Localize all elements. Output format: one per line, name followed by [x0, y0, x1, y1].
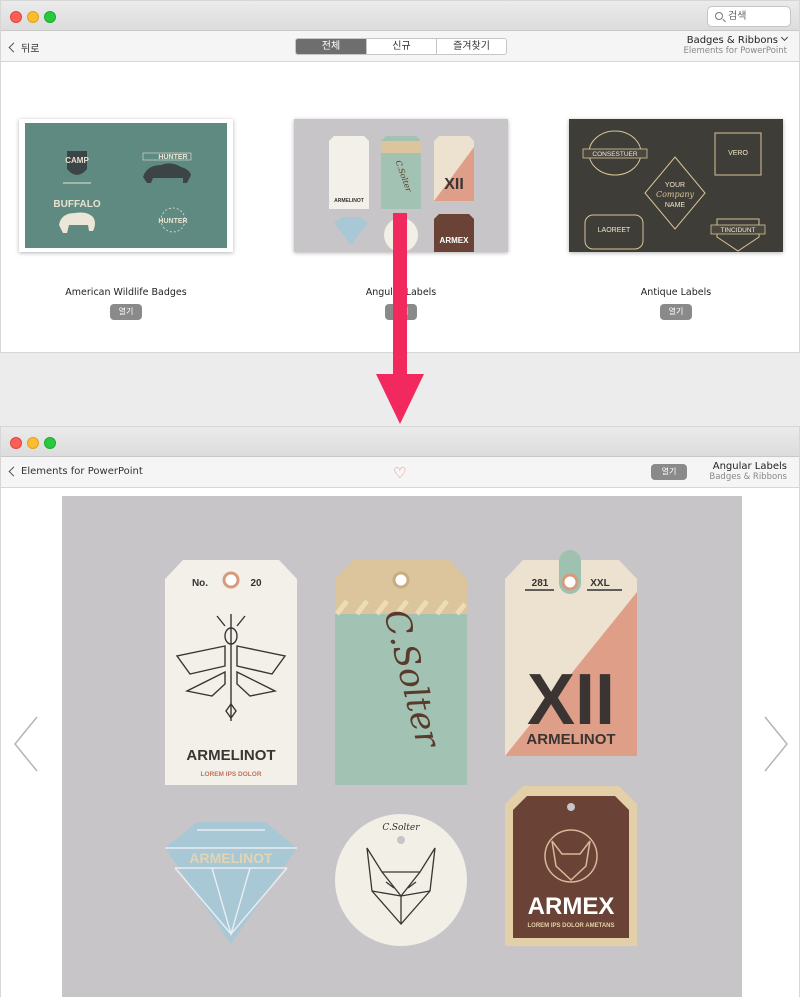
template-thumbnail[interactable]: CAMP HUNTER BUFFALO HUNTER	[19, 119, 233, 252]
label-fox-round-tag: C.Solter	[335, 814, 467, 946]
zoom-window-button[interactable]	[44, 11, 56, 23]
minimize-window-button[interactable]	[27, 11, 39, 23]
toolbar: Elements for PowerPoint ♡ 열기 Angular Lab…	[1, 457, 799, 488]
open-button[interactable]: 열기	[660, 304, 692, 320]
collection-subtitle: Elements for PowerPoint	[683, 46, 787, 56]
tab-all[interactable]: 전체	[296, 39, 366, 54]
tag1-subtitle-text: LOREM IPS DOLOR	[200, 771, 261, 778]
tag3-size-text: XXL	[590, 578, 609, 589]
open-button[interactable]: 열기	[651, 464, 687, 480]
title-bar: 검색	[1, 1, 799, 31]
tag3-title-text: ARMELINOT	[526, 731, 615, 748]
search-icon	[715, 12, 723, 20]
minimize-window-button[interactable]	[27, 437, 39, 449]
collection-title: Badges & Ribbons	[686, 35, 778, 46]
label-xii-tag: 281 XXL XII ARMELINOT	[505, 550, 637, 756]
wildlife-badges-preview: CAMP HUNTER BUFFALO HUNTER	[25, 123, 227, 248]
template-card: CAMP HUNTER BUFFALO HUNTER American Wild…	[19, 119, 233, 320]
consestuer-text: CONSESTUER	[592, 151, 637, 158]
favorite-heart-icon[interactable]: ♡	[393, 466, 406, 481]
angular-labels-artwork: No. 20 ARMELINOT LOREM IPS DOLOR C.Solte…	[165, 550, 637, 946]
template-name: Antique Labels	[640, 287, 712, 298]
template-collection: Badges & Ribbons	[709, 472, 787, 482]
label-armex-tag: ARMEX LOREM IPS DOLOR AMETANS	[505, 786, 637, 946]
tag6-subtitle-text: LOREM IPS DOLOR AMETANS	[528, 923, 615, 929]
label-csolter-tag: C.Solter	[335, 560, 467, 785]
search-field[interactable]: 검색	[707, 6, 791, 27]
back-label: 뒤로	[21, 44, 40, 55]
chevron-left-icon	[8, 466, 19, 477]
template-card: CONSESTUER VERO YOUR Company NAME LAOREE…	[569, 119, 783, 320]
buffalo-badge-text: BUFFALO	[53, 199, 100, 210]
template-name: American Wildlife Badges	[65, 287, 187, 298]
chevron-left-icon	[8, 42, 19, 53]
hunter-badge-2-text: HUNTER	[158, 218, 187, 225]
your-text: YOUR	[665, 182, 685, 189]
toolbar: 뒤로 전체 신규 즐겨찾기 Badges & Ribbons Elements …	[1, 31, 799, 62]
template-title: Angular Labels	[712, 461, 787, 472]
mini-armelinot-text: ARMELINOT	[334, 198, 364, 204]
hunter-badge-text: HUNTER	[158, 154, 187, 161]
title-bar	[1, 427, 799, 457]
camp-badge-text: CAMP	[65, 156, 89, 165]
tab-new[interactable]: 신규	[366, 39, 436, 54]
zoom-window-button[interactable]	[44, 437, 56, 449]
label-diamond-tag: ARMELINOT	[165, 822, 297, 944]
detail-window: Elements for PowerPoint ♡ 열기 Angular Lab…	[0, 426, 800, 997]
category-segmented-control: 전체 신규 즐겨찾기	[295, 38, 507, 55]
tincidunt-text: TINCIDUNT	[720, 227, 755, 234]
vero-text: VERO	[728, 150, 748, 157]
laoreet-text: LAOREET	[598, 227, 631, 234]
template-thumbnail[interactable]: CONSESTUER VERO YOUR Company NAME LAOREE…	[569, 119, 783, 252]
open-button[interactable]: 열기	[110, 304, 142, 320]
collection-selector[interactable]: Badges & Ribbons Elements for PowerPoint	[683, 33, 789, 57]
tag3-roman-text: XII	[527, 660, 615, 740]
back-button[interactable]: 뒤로	[8, 40, 40, 55]
name-text: NAME	[665, 202, 686, 209]
transition-arrow-icon	[376, 213, 424, 424]
previous-arrow-icon[interactable]	[13, 715, 41, 773]
mini-armex-text: ARMEX	[440, 236, 470, 245]
chevron-down-icon	[780, 33, 789, 42]
label-armelinot-tag: No. 20 ARMELINOT LOREM IPS DOLOR	[165, 560, 297, 785]
close-window-button[interactable]	[10, 437, 22, 449]
tag1-title-text: ARMELINOT	[186, 747, 275, 764]
tag4-title-text: ARMELINOT	[189, 850, 273, 866]
tag1-no-text: No.	[192, 578, 208, 589]
antique-labels-preview: CONSESTUER VERO YOUR Company NAME LAOREE…	[582, 130, 766, 252]
template-preview-stage: No. 20 ARMELINOT LOREM IPS DOLOR C.Solte…	[62, 496, 742, 997]
close-window-button[interactable]	[10, 11, 22, 23]
mini-xii-text: XII	[444, 176, 464, 193]
search-label: 검색	[728, 11, 747, 22]
tag6-title-text: ARMEX	[528, 893, 615, 920]
tag1-number-text: 20	[250, 578, 262, 589]
tag3-number-text: 281	[532, 578, 549, 589]
tag5-script-text: C.Solter	[382, 823, 420, 833]
template-header: Angular Labels Badges & Ribbons	[709, 461, 787, 483]
company-text: Company	[656, 190, 695, 199]
back-button[interactable]: Elements for PowerPoint	[8, 466, 143, 477]
tab-favorites[interactable]: 즐겨찾기	[436, 39, 506, 54]
back-label: Elements for PowerPoint	[21, 466, 143, 477]
next-arrow-icon[interactable]	[761, 715, 789, 773]
